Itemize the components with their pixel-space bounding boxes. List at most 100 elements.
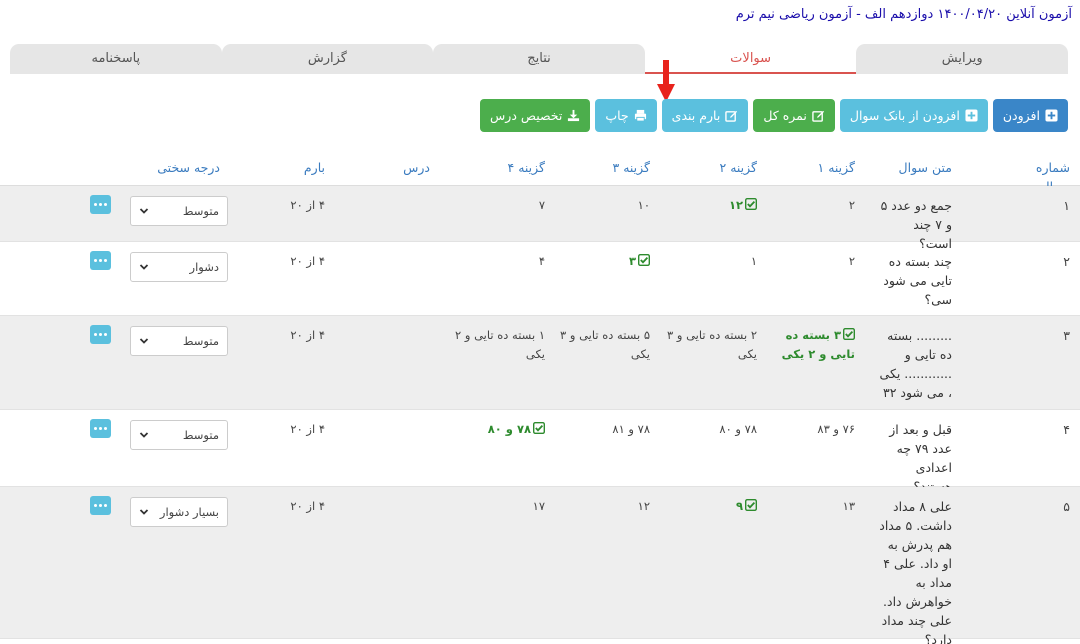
total-score-label: نمره کل: [763, 108, 807, 123]
check-square-icon: [843, 328, 855, 340]
header-difficulty: درجه سختی: [157, 160, 220, 175]
question-text: علی ۸ مداد داشت. ۵ مداد هم پدرش به او دا…: [879, 499, 952, 644]
option-1: ۱۳: [765, 497, 855, 516]
option-1: ۳ بسته ده تایی و ۲ یکی: [765, 326, 855, 364]
difficulty-select[interactable]: متوسط: [130, 196, 228, 226]
total-score-button[interactable]: نمره کل: [753, 99, 835, 132]
print-icon: [634, 109, 646, 122]
difficulty-select[interactable]: متوسط: [130, 326, 228, 356]
option-text: ۱۰: [637, 198, 650, 212]
option-2: ۱: [657, 252, 757, 271]
plus-square-icon: [965, 109, 978, 122]
option-4: ۱ بسته ده تایی و ۲ یکی: [445, 326, 545, 364]
option-1: ۲: [765, 252, 855, 271]
dot-icon: [104, 504, 107, 507]
dot-icon: [94, 427, 97, 430]
dot-icon: [104, 203, 107, 206]
down-arrow-icon: [657, 60, 675, 102]
assign-lesson-button[interactable]: تخصیص درس: [480, 99, 591, 132]
option-3: ۵ بسته ده تایی و ۳ یکی: [550, 326, 650, 364]
tab-report[interactable]: گزارش: [221, 44, 434, 74]
tab-edit[interactable]: ویرایش: [856, 44, 1068, 74]
add-label: افزودن: [1002, 108, 1040, 123]
scoring-button[interactable]: بارم بندی: [661, 99, 749, 132]
option-text: ۹: [735, 499, 743, 513]
difficulty-select[interactable]: بسیار دشوار: [130, 497, 228, 527]
option-4: ۴: [445, 252, 545, 271]
question-number: ۴: [1063, 422, 1070, 437]
difficulty-value: متوسط: [182, 428, 219, 442]
more-options-button[interactable]: [90, 195, 111, 214]
print-button[interactable]: چاپ: [595, 99, 657, 132]
question-number: ۱: [1063, 198, 1070, 213]
dot-icon: [99, 504, 102, 507]
header-option-1: گزینه ۱: [817, 160, 856, 175]
question-number: ۳: [1063, 328, 1070, 343]
print-label: چاپ: [605, 108, 629, 123]
score-cell: ۴ از ۲۰: [290, 254, 325, 268]
option-text: ۷۶ و ۸۳: [817, 422, 855, 436]
add-from-bank-label: افزودن از بانک سوال: [849, 108, 960, 123]
header-option-2: گزینه ۲: [719, 160, 758, 175]
option-1: ۲: [765, 196, 855, 215]
option-text: ۳: [628, 254, 636, 268]
option-3: ۷۸ و ۸۱: [550, 420, 650, 439]
option-text: ۲: [848, 198, 855, 212]
option-text: ۴: [538, 254, 545, 268]
more-options-button[interactable]: [90, 496, 111, 515]
header-option-3: گزینه ۳: [612, 160, 651, 175]
header-text: متن سوال: [898, 160, 952, 175]
tab-bar: ویرایش سوالات نتایج گزارش پاسخنامه: [10, 44, 1068, 74]
option-text: ۱۲: [728, 198, 743, 212]
table-row: ۵ علی ۸ مداد داشت. ۵ مداد هم پدرش به او د…: [0, 487, 1080, 644]
tab-answer-sheet[interactable]: پاسخنامه: [10, 44, 222, 74]
dot-icon: [94, 333, 97, 336]
add-button[interactable]: افزودن: [992, 99, 1068, 132]
more-options-button[interactable]: [90, 419, 111, 438]
chevron-down-icon: [139, 432, 149, 438]
check-square-icon: [533, 422, 545, 434]
table-header: شماره سوال متن سوال گزینه ۱ گزینه ۲ گزین…: [0, 148, 1080, 194]
option-text: ۱۷: [532, 499, 545, 513]
page-title: آزمون آنلاین ۱۴۰۰/۰۴/۲۰ دوازدهم الف - آز…: [735, 7, 1072, 22]
check-square-icon: [745, 198, 757, 210]
option-text: ۲: [848, 254, 855, 268]
download-icon: [568, 109, 580, 122]
more-options-button[interactable]: [90, 325, 111, 344]
option-2: ۹: [657, 497, 757, 516]
chevron-down-icon: [139, 208, 149, 214]
score-cell: ۴ از ۲۰: [290, 198, 325, 212]
option-text: ۱۲: [637, 499, 650, 513]
question-number: ۵: [1063, 499, 1070, 514]
option-4: ۱۷: [445, 497, 545, 516]
difficulty-select[interactable]: دشوار: [130, 252, 228, 282]
dot-icon: [99, 427, 102, 430]
questions-table: شماره سوال متن سوال گزینه ۱ گزینه ۲ گزین…: [0, 148, 1080, 644]
more-options-button[interactable]: [90, 251, 111, 270]
assign-lesson-label: تخصیص درس: [490, 108, 563, 123]
option-text: ۱۳: [842, 499, 855, 513]
option-text: ۷: [538, 198, 545, 212]
option-3: ۱۲: [550, 497, 650, 516]
option-2: ۷۸ و ۸۰: [657, 420, 757, 439]
difficulty-select[interactable]: متوسط: [130, 420, 228, 450]
tab-results[interactable]: نتایج: [433, 44, 645, 74]
option-2: ۱۲: [657, 196, 757, 215]
question-number: ۲: [1063, 254, 1070, 269]
option-1: ۷۶ و ۸۳: [765, 420, 855, 439]
edit-icon: [725, 110, 738, 122]
option-text: ۷۸ و ۸۰: [719, 422, 757, 436]
add-from-bank-button[interactable]: افزودن از بانک سوال: [839, 99, 988, 132]
score-cell: ۴ از ۲۰: [290, 422, 325, 436]
dot-icon: [99, 333, 102, 336]
toolbar: افزودن افزودن از بانک سوال نمره کل بارم …: [480, 99, 1068, 132]
option-3: ۳: [550, 252, 650, 271]
dot-icon: [94, 504, 97, 507]
chevron-down-icon: [139, 509, 149, 515]
option-text: ۲ بسته ده تایی و ۳ یکی: [667, 328, 757, 361]
dot-icon: [104, 259, 107, 262]
option-2: ۲ بسته ده تایی و ۳ یکی: [657, 326, 757, 364]
dot-icon: [94, 259, 97, 262]
tab-questions[interactable]: سوالات: [644, 44, 857, 74]
question-text: قبل و بعد از عدد ۷۹ چه اعدادی هستند؟: [889, 422, 952, 494]
